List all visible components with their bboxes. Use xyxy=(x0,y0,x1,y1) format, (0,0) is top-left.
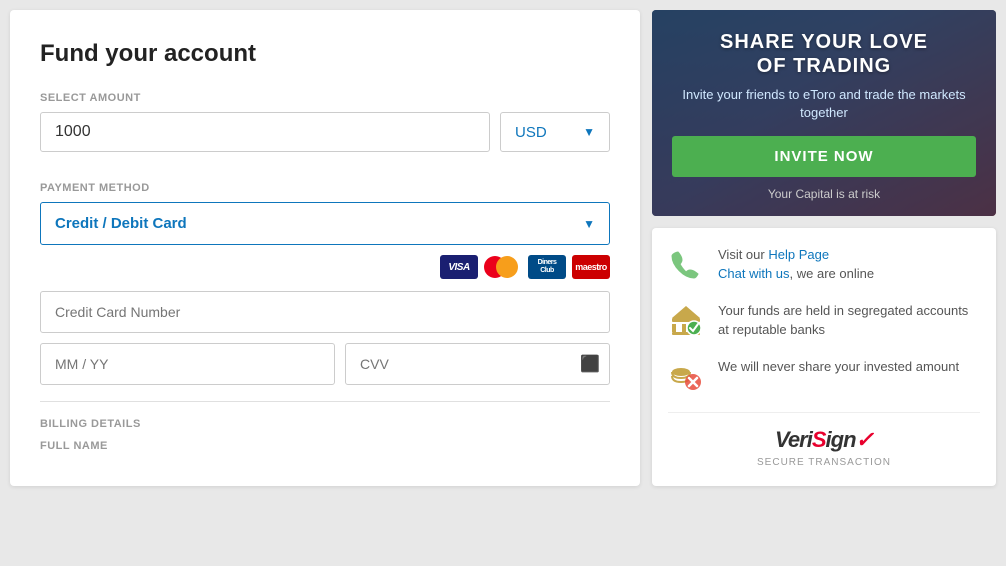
payment-chevron-icon: ▼ xyxy=(583,217,595,231)
invite-now-button[interactable]: INVITE NOW xyxy=(672,136,976,177)
expiry-date-input[interactable] xyxy=(40,343,335,385)
select-amount-label: SELECT AMOUNT xyxy=(40,92,610,104)
verisign-label: SECURE TRANSACTION xyxy=(668,457,980,468)
info-item-funds: Your funds are held in segregated accoun… xyxy=(668,302,980,340)
billing-section: BILLING DETAILS FULL NAME xyxy=(40,401,610,452)
currency-value: USD xyxy=(515,124,547,141)
info-text-help: Visit our Help Page Chat with us, we are… xyxy=(718,246,874,284)
chat-with-us-link[interactable]: Chat with us xyxy=(718,266,790,281)
fund-account-panel: Fund your account SELECT AMOUNT USD ▼ PA… xyxy=(10,10,640,486)
phone-icon xyxy=(668,246,704,282)
banner-title: SHARE YOUR LOVE OF TRADING xyxy=(672,30,976,78)
currency-dropdown[interactable]: USD ▼ xyxy=(500,112,610,152)
payment-method-selected: Credit / Debit Card xyxy=(55,215,187,232)
full-name-label: FULL NAME xyxy=(40,440,610,452)
banner-content: SHARE YOUR LOVE OF TRADING Invite your f… xyxy=(672,30,976,201)
diners-logo: DinersClub xyxy=(528,255,566,279)
right-panel: SHARE YOUR LOVE OF TRADING Invite your f… xyxy=(652,10,996,486)
risk-text: Your Capital is at risk xyxy=(672,187,976,201)
payment-method-section: PAYMENT METHOD Credit / Debit Card ▼ VIS… xyxy=(40,182,610,385)
page-title: Fund your account xyxy=(40,40,610,68)
cvv-wrapper: ⬛ xyxy=(345,343,610,385)
info-item-help: Visit our Help Page Chat with us, we are… xyxy=(668,246,980,284)
payment-method-dropdown[interactable]: Credit / Debit Card ▼ xyxy=(40,202,610,245)
banner-subtitle: Invite your friends to eToro and trade t… xyxy=(672,86,976,122)
amount-row: USD ▼ xyxy=(40,112,610,152)
cvv-input[interactable] xyxy=(345,343,610,385)
mastercard-logo xyxy=(484,255,522,279)
verisign-logo: VeriSign✓ xyxy=(668,427,980,453)
bank-icon xyxy=(668,302,704,338)
invite-banner: SHARE YOUR LOVE OF TRADING Invite your f… xyxy=(652,10,996,216)
coins-icon xyxy=(668,358,704,394)
maestro-logo: maestro xyxy=(572,255,610,279)
help-page-link[interactable]: Help Page xyxy=(768,247,829,262)
credit-card-number-input[interactable] xyxy=(40,291,610,333)
info-item-privacy: We will never share your invested amount xyxy=(668,358,980,394)
card-expiry-cvv-row: ⬛ xyxy=(40,343,610,385)
card-logos: VISA DinersClub maestro xyxy=(40,255,610,279)
billing-details-label: BILLING DETAILS xyxy=(40,418,610,430)
visa-logo: VISA xyxy=(440,255,478,279)
currency-chevron-icon: ▼ xyxy=(583,125,595,139)
info-panel: Visit our Help Page Chat with us, we are… xyxy=(652,228,996,485)
cvv-card-icon: ⬛ xyxy=(580,354,600,374)
verisign-block: VeriSign✓ SECURE TRANSACTION xyxy=(668,412,980,468)
info-text-funds: Your funds are held in segregated accoun… xyxy=(718,302,980,340)
payment-method-label: PAYMENT METHOD xyxy=(40,182,610,194)
info-text-privacy: We will never share your invested amount xyxy=(718,358,959,377)
amount-input[interactable] xyxy=(40,112,490,152)
